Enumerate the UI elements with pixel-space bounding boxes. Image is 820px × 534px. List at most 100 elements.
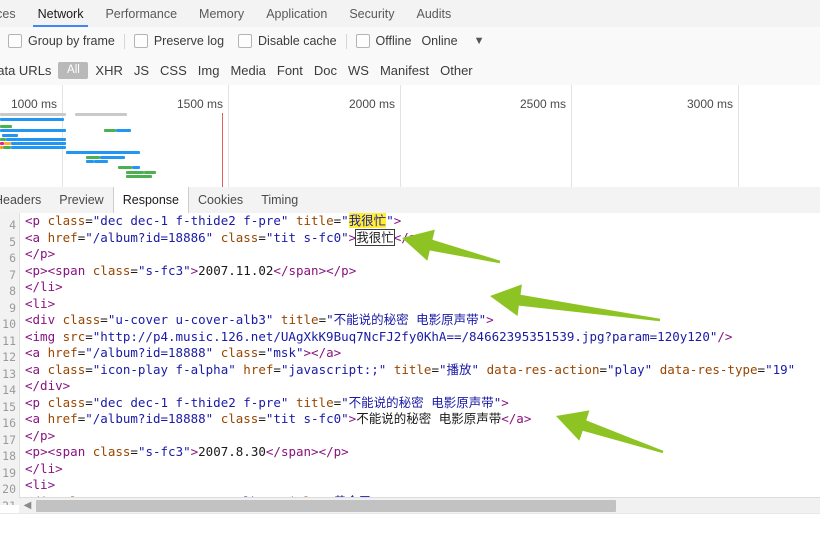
subtab-response[interactable]: Response [112,187,190,214]
timeline-tick-label: 3000 ms [686,97,733,111]
scrollbar-thumb[interactable] [36,500,616,512]
subtab-response-label: Response [122,193,180,207]
code-line[interactable]: <p class="dec dec-1 f-thide2 f-pre" titl… [25,395,820,412]
divider [345,33,347,49]
filter-ws[interactable]: WS [348,63,369,78]
timeline-request-bar [3,146,11,149]
group-by-frame-checkbox[interactable]: Group by frame [8,34,115,48]
timeline-request-bar [66,151,140,154]
line-number: 9 [9,300,16,315]
tab-sources[interactable]: rces [0,0,27,27]
code-line[interactable]: <p class="dec dec-1 f-thide2 f-pre" titl… [25,213,820,230]
code-line[interactable]: <p><span class="s-fc3">2007.8.30</span><… [25,444,820,461]
network-options-toolbar: Group by frame Preserve log Disable cach… [0,27,820,56]
timeline-request-bar [0,125,12,128]
tab-performance-label: Performance [105,6,178,21]
tab-network-label: Network [37,6,84,21]
line-number: 11 [2,333,16,348]
code-line[interactable]: <div class="u-cover u-cover-alb3" title=… [25,312,820,329]
timeline-request-bar [118,166,132,169]
code-line[interactable]: <a class="icon-play f-alpha" href="javas… [25,362,820,379]
tab-sources-label: rces [0,6,16,21]
tab-performance[interactable]: Performance [94,0,188,27]
code-line[interactable]: <li> [25,296,820,313]
filter-manifest[interactable]: Manifest [380,63,429,78]
timeline-request-bar [0,118,64,121]
filter-media[interactable]: Media [230,63,265,78]
timeline-request-bar [132,166,140,169]
resource-type-filter-bar: data URLs All XHR JS CSS Img Media Font … [0,55,820,86]
code-line[interactable]: <li> [25,477,820,494]
code-line[interactable]: </li> [25,461,820,478]
response-body-viewer[interactable]: 4 5 6 7 8 9 10 11 12 13 14 15 16 17 18 19 20 21 <p class=… [0,213,820,505]
devtools-window: rces Network Performance Memory Applicat… [0,0,820,534]
timeline-request-bar [126,171,144,174]
timeline-tick-label: 1000 ms [10,97,57,111]
disable-cache-checkbox[interactable]: Disable cache [238,34,337,48]
tab-application[interactable]: Application [255,0,338,27]
timeline-request-bar [126,175,152,178]
timeline-request-bar [0,129,66,132]
code-line[interactable]: </div> [25,378,820,395]
filter-xhr[interactable]: XHR [95,63,122,78]
filter-doc[interactable]: Doc [314,63,337,78]
network-timeline-overview[interactable]: 1000 ms 1500 ms 2000 ms 2500 ms 3000 ms [0,85,820,188]
code-line[interactable]: <a href="/album?id=18888" class="msk"></… [25,345,820,362]
filter-other[interactable]: Other [440,63,473,78]
checkbox-box [8,34,22,48]
preserve-log-label: Preserve log [153,34,225,48]
code-line[interactable]: <a href="/album?id=18886" class="tit s-f… [25,228,820,247]
tab-network[interactable]: Network [27,0,95,27]
status-bar [0,513,820,534]
code-line[interactable]: <img src="http://p4.music.126.net/UAgXkK… [25,329,820,346]
timeline-request-bar [94,160,108,163]
checkbox-box [355,34,370,48]
filter-all-button[interactable]: All [58,61,89,79]
subtab-timing-label: Timing [261,193,299,207]
tab-security[interactable]: Security [338,0,405,27]
tab-audits-label: Audits [416,6,452,21]
code-line[interactable]: <p><span class="s-fc3">2007.11.02</span>… [25,263,820,280]
line-number: 19 [2,465,16,480]
tab-memory[interactable]: Memory [188,0,255,27]
subtab-headers[interactable]: Headers [0,187,50,213]
tab-security-label: Security [349,6,395,21]
line-number: 16 [2,416,16,430]
line-number: 8 [9,284,16,298]
timeline-request-bar [4,142,11,145]
timeline-request-bar [75,113,127,116]
chevron-down-icon[interactable]: ▼ [474,35,485,47]
group-by-frame-label: Group by frame [28,34,115,48]
line-number: 17 [2,432,16,447]
code-line[interactable]: </p> [25,428,820,445]
filter-img[interactable]: Img [198,63,220,78]
hide-data-urls-label[interactable]: data URLs [0,63,51,78]
line-number: 21 [2,498,16,506]
search-highlight: 我很忙 [348,213,387,228]
timeline-request-bar [11,142,66,145]
code-line[interactable]: </p> [25,246,820,263]
timeline-request-bar [2,134,18,137]
timeline-request-bar [116,129,131,132]
filter-js[interactable]: JS [134,63,149,78]
subtab-cookies[interactable]: Cookies [189,187,252,213]
timeline-load-marker [222,113,223,187]
tab-memory-label: Memory [199,6,245,21]
offline-checkbox[interactable]: Offline [355,34,411,48]
timeline-request-bar [104,129,116,132]
horizontal-scrollbar[interactable]: ◀ [19,497,820,514]
subtab-preview[interactable]: Preview [50,187,112,213]
tab-audits[interactable]: Audits [406,0,463,27]
scroll-left-arrow-icon[interactable]: ◀ [21,499,34,513]
subtab-timing[interactable]: Timing [252,187,307,213]
code-line[interactable]: </li> [25,279,820,296]
timeline-request-bar [86,156,100,159]
filter-css[interactable]: CSS [160,63,187,78]
filter-font[interactable]: Font [277,63,303,78]
response-source-code[interactable]: <p class="dec dec-1 f-thide2 f-pre" titl… [25,213,820,505]
preserve-log-checkbox[interactable]: Preserve log [133,34,225,48]
line-number: 10 [2,317,16,331]
code-line[interactable]: <a href="/album?id=18888" class="tit s-f… [25,411,820,428]
line-number: 4 [9,218,16,232]
throttling-select[interactable]: Online [421,34,457,48]
